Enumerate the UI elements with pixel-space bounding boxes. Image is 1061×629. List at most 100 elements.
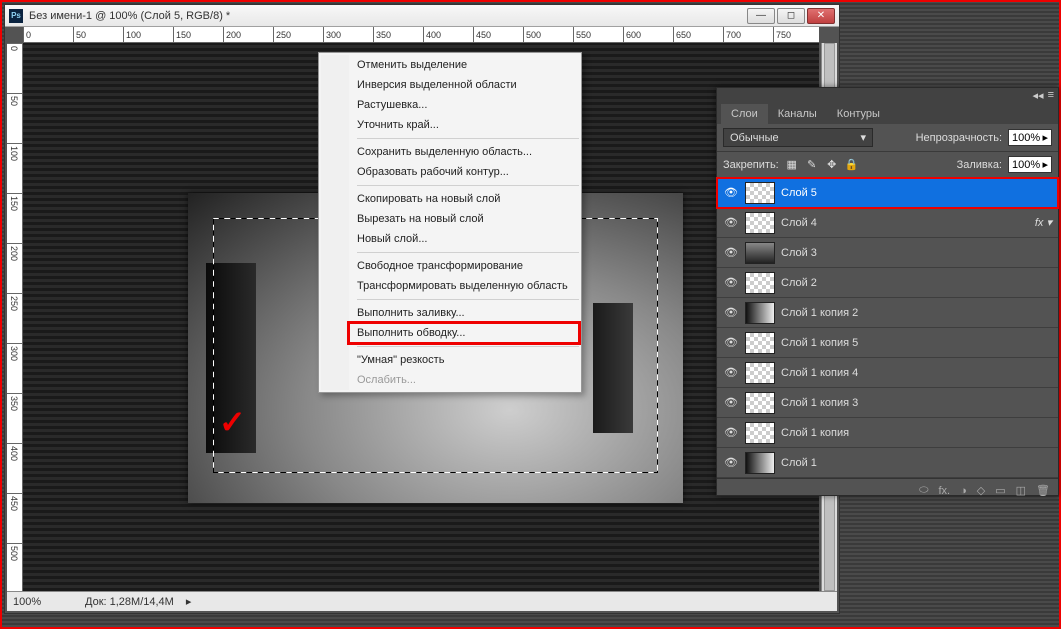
layer-name[interactable]: Слой 4 [781, 217, 817, 229]
menu-item[interactable]: Свободное трансформирование [349, 256, 579, 276]
menu-item[interactable]: Вырезать на новый слой [349, 209, 579, 229]
context-menu[interactable]: Отменить выделениеИнверсия выделенной об… [318, 52, 582, 393]
layer-name[interactable]: Слой 1 [781, 457, 817, 469]
visibility-eye-icon[interactable]: 👁 [723, 276, 739, 289]
layer-row[interactable]: 👁 Слой 1 копия [717, 418, 1058, 448]
layer-name[interactable]: Слой 2 [781, 277, 817, 289]
menu-separator [357, 138, 579, 139]
menu-item[interactable]: Уточнить край... [349, 115, 579, 135]
menu-item[interactable]: Выполнить обводку... [349, 323, 579, 343]
panel-tab[interactable]: Слои [721, 104, 768, 124]
visibility-eye-icon[interactable]: 👁 [723, 306, 739, 319]
close-button[interactable]: ✕ [807, 8, 835, 24]
opacity-label: Непрозрачность: [916, 132, 1002, 144]
layer-row[interactable]: 👁 Слой 1 копия 4 [717, 358, 1058, 388]
maximize-button[interactable]: ◻ [777, 8, 805, 24]
ruler-vertical[interactable]: 050100150200250300350400450500 [7, 43, 23, 591]
dropdown-arrow-icon: ▸ [1042, 131, 1048, 144]
panel-action-icon[interactable]: ◑ [960, 485, 967, 497]
layer-thumbnail[interactable] [745, 362, 775, 384]
panel-header[interactable]: ◂◂ ≡ [717, 88, 1058, 102]
blend-mode-value: Обычные [730, 132, 779, 144]
panel-tab[interactable]: Каналы [768, 104, 827, 124]
visibility-eye-icon[interactable]: 👁 [723, 246, 739, 259]
layer-thumbnail[interactable] [745, 392, 775, 414]
menu-separator [357, 299, 579, 300]
menu-item[interactable]: Образовать рабочий контур... [349, 162, 579, 182]
layer-name[interactable]: Слой 1 копия 2 [781, 307, 858, 319]
status-arrow-icon[interactable]: ▸ [186, 595, 192, 608]
blend-mode-select[interactable]: Обычные ▾ [723, 128, 873, 147]
lock-icon[interactable]: 🔒 [845, 158, 859, 171]
layer-name[interactable]: Слой 3 [781, 247, 817, 259]
visibility-eye-icon[interactable]: 👁 [723, 366, 739, 379]
visibility-eye-icon[interactable]: 👁 [723, 456, 739, 469]
zoom-level[interactable]: 100% [13, 596, 73, 608]
visibility-eye-icon[interactable]: 👁 [723, 216, 739, 229]
layer-fx-icon[interactable]: fx ▾ [1035, 216, 1052, 229]
menu-item[interactable]: Отменить выделение [349, 55, 579, 75]
lock-row: Закрепить: ▦✎✥🔒 Заливка: 100%▸ [717, 152, 1058, 178]
menu-item[interactable]: "Умная" резкость [349, 350, 579, 370]
visibility-eye-icon[interactable]: 👁 [723, 396, 739, 409]
visibility-eye-icon[interactable]: 👁 [723, 426, 739, 439]
panel-action-icon[interactable]: ⬭ [919, 484, 928, 497]
panel-action-icon[interactable]: 🗑 [1036, 484, 1050, 497]
collapse-arrow-icon[interactable]: ◂◂ [1033, 89, 1044, 102]
layer-thumbnail[interactable] [745, 332, 775, 354]
layer-row[interactable]: 👁 Слой 5 [717, 178, 1058, 208]
ruler-tick: 150 [7, 193, 22, 243]
panel-action-icon[interactable]: ◫ [1016, 484, 1026, 497]
lock-icon[interactable]: ✥ [825, 158, 839, 171]
ruler-tick: 100 [7, 143, 22, 193]
minimize-button[interactable]: — [747, 8, 775, 24]
panel-action-icon[interactable]: fx. [938, 485, 950, 497]
layer-row[interactable]: 👁 Слой 3 [717, 238, 1058, 268]
layer-thumbnail[interactable] [745, 182, 775, 204]
ruler-tick: 500 [7, 543, 22, 591]
panel-menu-icon[interactable]: ≡ [1048, 89, 1054, 101]
lock-icon[interactable]: ▦ [785, 158, 799, 171]
ruler-tick: 200 [223, 27, 273, 42]
ruler-tick: 350 [7, 393, 22, 443]
layers-panel[interactable]: ◂◂ ≡ СлоиКаналыКонтуры Обычные ▾ Непрозр… [716, 87, 1059, 496]
menu-item[interactable]: Трансформировать выделенную область [349, 276, 579, 296]
ruler-tick: 200 [7, 243, 22, 293]
menu-item[interactable]: Сохранить выделенную область... [349, 142, 579, 162]
layer-row[interactable]: 👁 Слой 4 fx ▾ [717, 208, 1058, 238]
menu-separator [357, 252, 579, 253]
window-title: Без имени-1 @ 100% (Слой 5, RGB/8) * [29, 10, 747, 22]
layer-thumbnail[interactable] [745, 272, 775, 294]
menu-item[interactable]: Скопировать на новый слой [349, 189, 579, 209]
panel-tab[interactable]: Контуры [827, 104, 890, 124]
layer-thumbnail[interactable] [745, 242, 775, 264]
menu-item[interactable]: Новый слой... [349, 229, 579, 249]
layer-thumbnail[interactable] [745, 422, 775, 444]
layer-row[interactable]: 👁 Слой 2 [717, 268, 1058, 298]
layer-name[interactable]: Слой 1 копия 4 [781, 367, 858, 379]
layer-row[interactable]: 👁 Слой 1 [717, 448, 1058, 478]
layer-name[interactable]: Слой 5 [781, 187, 817, 199]
layer-name[interactable]: Слой 1 копия 3 [781, 397, 858, 409]
layer-name[interactable]: Слой 1 копия 5 [781, 337, 858, 349]
visibility-eye-icon[interactable]: 👁 [723, 336, 739, 349]
ruler-tick: 0 [7, 43, 22, 93]
menu-item[interactable]: Растушевка... [349, 95, 579, 115]
layer-row[interactable]: 👁 Слой 1 копия 2 [717, 298, 1058, 328]
layer-name[interactable]: Слой 1 копия [781, 427, 849, 439]
layer-thumbnail[interactable] [745, 452, 775, 474]
opacity-input[interactable]: 100%▸ [1008, 129, 1052, 146]
panel-action-icon[interactable]: ◇ [977, 484, 985, 497]
layer-thumbnail[interactable] [745, 212, 775, 234]
layer-row[interactable]: 👁 Слой 1 копия 3 [717, 388, 1058, 418]
menu-item[interactable]: Инверсия выделенной области [349, 75, 579, 95]
menu-item[interactable]: Выполнить заливку... [349, 303, 579, 323]
fill-input[interactable]: 100%▸ [1008, 156, 1052, 173]
titlebar[interactable]: Ps Без имени-1 @ 100% (Слой 5, RGB/8) * … [5, 5, 839, 27]
visibility-eye-icon[interactable]: 👁 [723, 186, 739, 199]
ruler-horizontal[interactable]: 0501001502002503003504004505005506006507… [23, 27, 819, 43]
layer-row[interactable]: 👁 Слой 1 копия 5 [717, 328, 1058, 358]
layer-thumbnail[interactable] [745, 302, 775, 324]
panel-action-icon[interactable]: ▭ [995, 484, 1005, 497]
lock-icon[interactable]: ✎ [805, 158, 819, 171]
